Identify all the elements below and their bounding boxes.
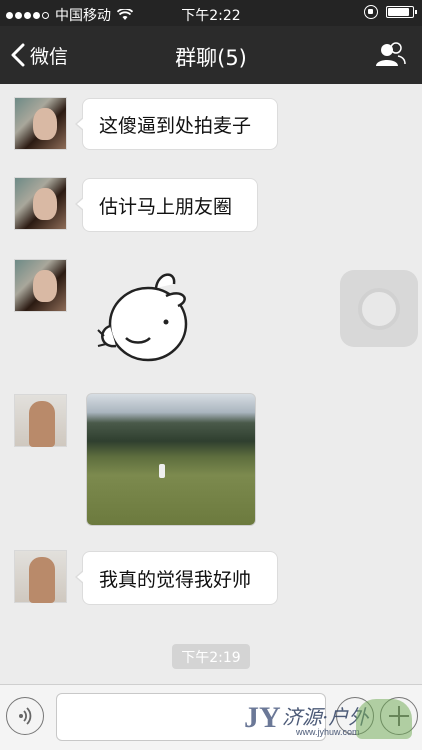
assistive-touch-button[interactable] bbox=[340, 270, 418, 347]
message-text: 我真的觉得我好帅 bbox=[99, 568, 252, 591]
message-text: 这傻逼到处拍麦子 bbox=[99, 114, 252, 137]
avatar[interactable] bbox=[14, 97, 67, 150]
voice-icon bbox=[19, 707, 32, 725]
group-members-button[interactable] bbox=[374, 42, 406, 68]
nav-bar: 微信 群聊(5) bbox=[0, 26, 422, 84]
photo-subject bbox=[159, 464, 165, 478]
page-title: 群聊(5) bbox=[175, 46, 247, 70]
watermark-logo: JY 济源·户外 www.jyhuw.com bbox=[238, 695, 418, 743]
photo-message[interactable] bbox=[86, 393, 256, 526]
avatar[interactable] bbox=[14, 177, 67, 230]
message-bubble[interactable]: 我真的觉得我好帅 bbox=[75, 551, 278, 605]
message-bubble[interactable]: 估计马上朋友圈 bbox=[75, 178, 258, 232]
status-bar: 中国移动 下午2:22 bbox=[0, 0, 422, 26]
watermark-figure bbox=[356, 699, 412, 739]
voice-button[interactable] bbox=[6, 697, 44, 735]
rotation-lock-icon bbox=[364, 5, 378, 19]
assistive-touch-icon bbox=[358, 288, 400, 330]
status-time: 下午2:22 bbox=[181, 8, 241, 24]
status-right bbox=[364, 5, 417, 19]
timestamp-badge: 下午2:19 bbox=[172, 644, 250, 669]
watermark-mark: JY bbox=[244, 701, 281, 734]
battery-fill bbox=[388, 8, 409, 16]
avatar[interactable] bbox=[14, 550, 67, 603]
avatar[interactable] bbox=[14, 259, 67, 312]
message-bubble[interactable]: 这傻逼到处拍麦子 bbox=[75, 98, 278, 150]
avatar[interactable] bbox=[14, 394, 67, 447]
battery-icon bbox=[386, 6, 417, 18]
watermark-url: www.jyhuw.com bbox=[296, 727, 360, 737]
sticker-image[interactable] bbox=[96, 266, 196, 364]
message-text: 估计马上朋友圈 bbox=[99, 195, 233, 218]
